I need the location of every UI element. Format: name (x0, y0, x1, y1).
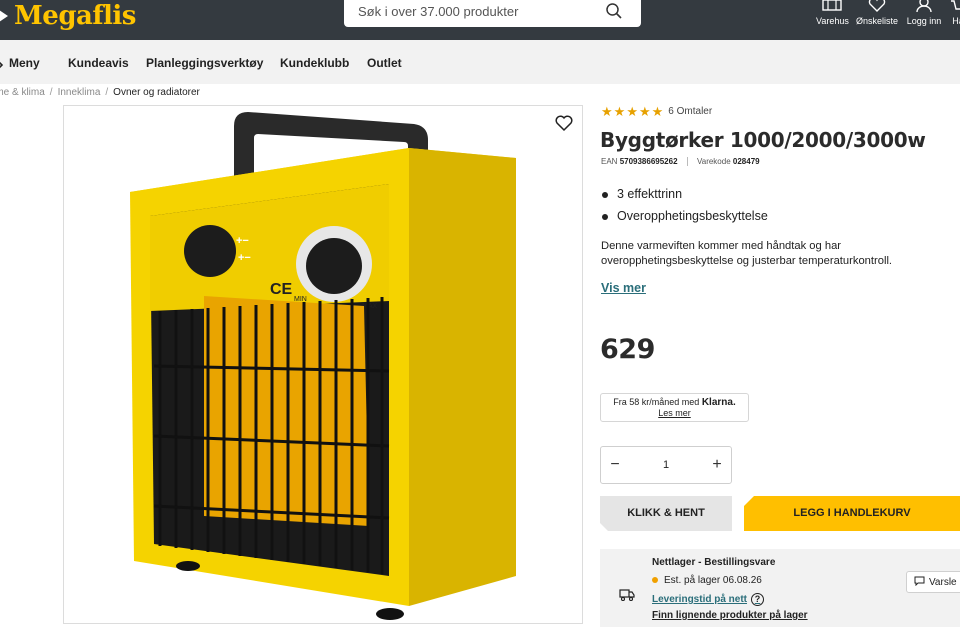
klarna-box: Fra 58 kr/måned med Klarna. Les mer (600, 393, 749, 422)
breadcrumb: rme & klima / Inneklima / Ovner og radiatore… (0, 87, 200, 98)
cart-icon (950, 0, 960, 14)
feature-item: 3 effekttrinn (601, 187, 768, 201)
logo-text: Megaflis (14, 1, 136, 31)
sku-label: Varekode (697, 157, 731, 166)
stock-date: Est. på lager 06.08.26 (652, 575, 762, 586)
header-wishlist-button[interactable]: Ønskeliste (856, 0, 898, 40)
add-to-cart-button[interactable]: LEGG I HANDLEKURV (744, 496, 960, 531)
svg-text:CE: CE (270, 281, 293, 298)
sku-value: 028479 (732, 157, 760, 166)
quantity-value[interactable]: 1 (641, 459, 691, 471)
notify-button[interactable]: Varsle (906, 571, 960, 593)
nav-outlet[interactable]: Outlet (367, 56, 402, 70)
user-icon (915, 0, 933, 14)
breadcrumb-separator: / (105, 87, 109, 98)
search-bar (344, 0, 641, 27)
heater-illustration: MIN MAX CE +− +− (130, 112, 516, 620)
breadcrumb-current: Ovner og radiatorer (113, 87, 200, 98)
chat-icon (914, 576, 925, 589)
site-header: Megaflis Varehus Ønskeliste Logg inn Ha (0, 0, 960, 40)
nav-customer-club[interactable]: Kundeklubb (280, 56, 349, 70)
klarna-logo: Klarna. (701, 397, 736, 408)
svg-text:+−: +− (238, 252, 251, 264)
search-input[interactable] (358, 4, 598, 19)
klarna-text: Fra 58 kr/måned med (613, 397, 700, 407)
status-dot-icon (652, 577, 658, 584)
decrease-quantity-button[interactable]: − (605, 455, 625, 475)
stock-title: Nettlager - Bestillingsvare (652, 557, 776, 568)
nav-kundeavis[interactable]: Kundeavis (68, 56, 129, 70)
star-icon: ★ (626, 104, 638, 119)
delivery-time-text[interactable]: Leveringstid på nett (652, 594, 747, 605)
show-more-link[interactable]: Vis mer (601, 281, 646, 295)
header-cart-label: Ha (952, 16, 960, 26)
star-icon: ★ (638, 104, 651, 119)
nav-planning-tools[interactable]: Planleggingsverktøy (146, 56, 263, 70)
product-description: Denne varmeviften kommer med håndtak og … (601, 240, 893, 267)
search-icon[interactable] (605, 2, 623, 20)
header-store-button[interactable]: Varehus (816, 0, 849, 40)
feature-item: Overopphetingsbeskyttelse (601, 209, 768, 223)
header-wishlist-label: Ønskeliste (856, 16, 899, 26)
breadcrumb-item[interactable]: Inneklima (58, 87, 101, 98)
header-login-label: Logg inn (906, 16, 942, 26)
heart-icon (868, 0, 886, 14)
header-store-label: Varehus (816, 16, 849, 26)
product-meta: EAN 5709386695262 Varekode 028479 (601, 157, 760, 167)
divider (686, 157, 688, 167)
rating[interactable]: ★ ★ ★ ★ ★ 6 Omtaler (601, 105, 712, 118)
star-icon: ★ (613, 104, 626, 119)
klarna-read-more-link[interactable]: Les mer (601, 408, 748, 418)
increase-quantity-button[interactable]: + (707, 455, 727, 475)
product-image[interactable]: MIN MAX CE +− +− (63, 105, 583, 624)
click-and-collect-button[interactable]: KLIKK & HENT (600, 496, 732, 531)
ean-value: 5709386695262 (619, 157, 678, 166)
delivery-time-link[interactable]: Leveringstid på nett? (652, 593, 765, 606)
store-icon (821, 0, 843, 14)
svg-text:MAX: MAX (362, 303, 378, 310)
header-login-button[interactable]: Logg inn (906, 0, 942, 40)
truck-icon (619, 588, 635, 606)
main-nav: Meny Kundeavis Planleggingsverktøy Kunde… (0, 40, 960, 84)
breadcrumb-separator: / (49, 87, 53, 98)
feature-list: 3 effekttrinn Overopphetingsbeskyttelse (601, 187, 768, 231)
help-icon[interactable]: ? (751, 593, 765, 606)
svg-text:+−: +− (236, 235, 249, 247)
breadcrumb-item[interactable]: rme & klima (0, 87, 45, 98)
similar-products-link[interactable]: Finn lignende produkter på lager (652, 610, 808, 621)
star-rating: ★ ★ ★ ★ ★ (601, 105, 663, 118)
stock-date-text: Est. på lager 06.08.26 (664, 575, 762, 586)
wishlist-heart-icon[interactable] (555, 115, 573, 132)
header-cart-button[interactable]: Ha (948, 0, 960, 40)
product-price: 629 (600, 334, 655, 365)
star-icon: ★ (651, 104, 664, 119)
menu-chevron-icon (0, 57, 4, 69)
star-icon: ★ (601, 104, 613, 119)
product-title: Byggtørker 1000/2000/3000w (600, 128, 926, 152)
logo[interactable]: Megaflis (0, 0, 136, 34)
logo-mark-icon (0, 6, 10, 26)
quantity-stepper: − 1 + (600, 446, 732, 484)
ean-label: EAN (601, 157, 618, 166)
notify-label: Varsle (929, 577, 957, 589)
review-count[interactable]: 6 Omtaler (668, 106, 712, 117)
nav-menu[interactable]: Meny (9, 56, 40, 70)
